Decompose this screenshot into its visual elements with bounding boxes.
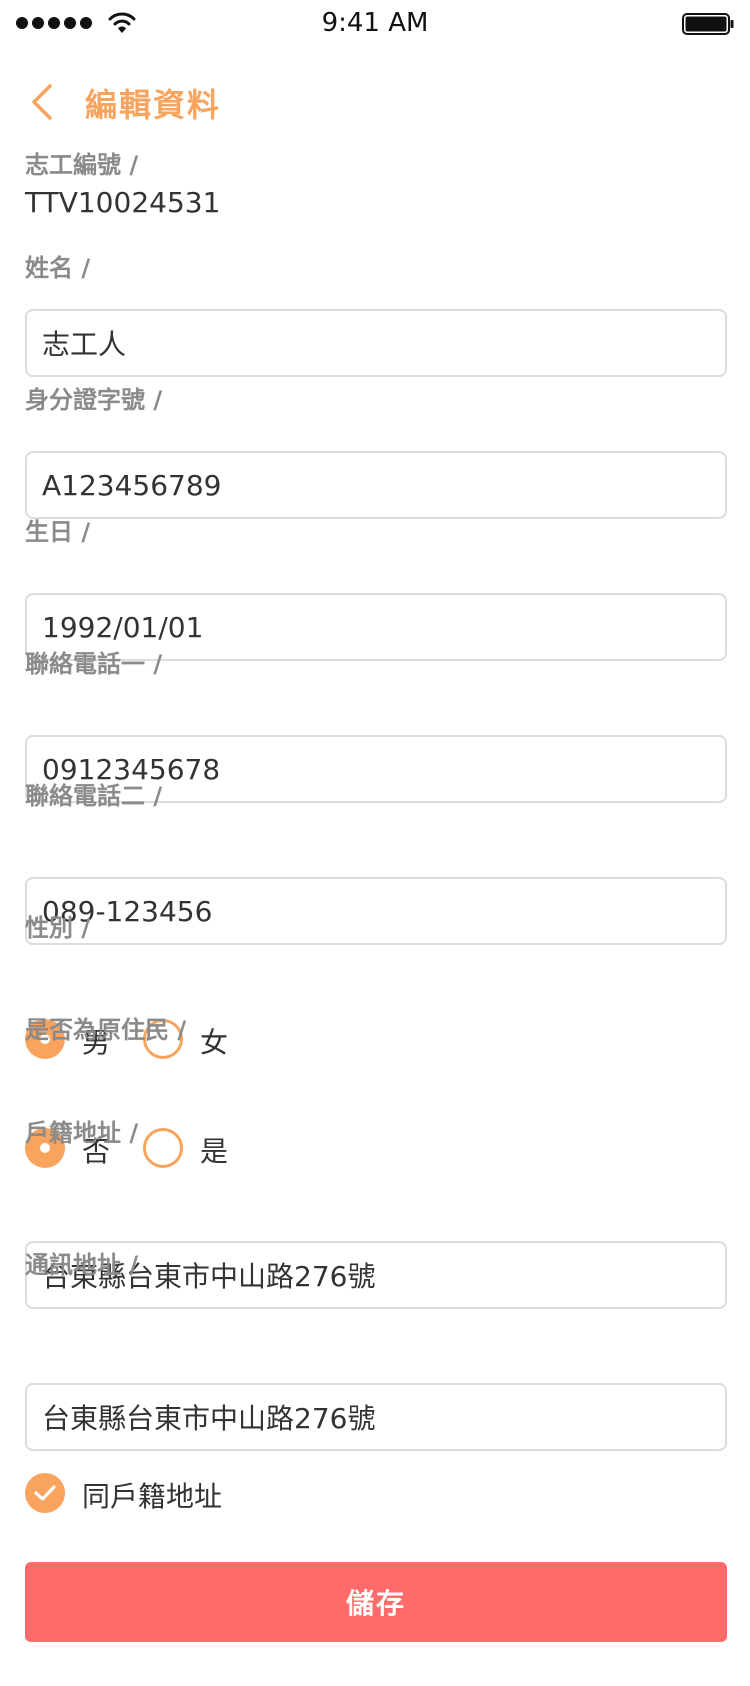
mailing-address-input[interactable] (25, 1383, 727, 1451)
phone2-label: 聯絡電話二 / (25, 782, 163, 810)
name-label: 姓名 / (25, 254, 91, 282)
battery-icon (682, 13, 734, 35)
volunteer-id-label: 志工編號 / (25, 151, 139, 179)
same-address-checkbox[interactable] (25, 1473, 65, 1513)
id-number-label: 身分證字號 / (25, 386, 163, 414)
mailing-address-label: 通訊地址 / (25, 1251, 139, 1279)
checkmark-icon (34, 1485, 56, 1501)
name-input[interactable] (25, 309, 727, 377)
registered-address-label: 戶籍地址 / (25, 1119, 139, 1147)
volunteer-id-value: TTV10024531 (25, 186, 221, 219)
aboriginal-label: 是否為原住民 / (25, 1016, 187, 1044)
birthday-label: 生日 / (25, 518, 91, 546)
phone1-label: 聯絡電話一 / (25, 650, 163, 678)
status-bar: 9:41 AM (0, 0, 750, 48)
status-time: 9:41 AM (321, 8, 429, 38)
phone2-input[interactable] (25, 877, 727, 945)
aboriginal-yes-label: 是 (200, 1135, 229, 1168)
same-address-label: 同戶籍地址 (82, 1480, 223, 1513)
back-chevron-icon[interactable] (28, 82, 58, 122)
gender-female-label: 女 (200, 1026, 229, 1059)
page-title: 編輯資料 (85, 86, 222, 124)
gender-label: 性別 / (25, 914, 91, 942)
save-button[interactable]: 儲存 (25, 1562, 727, 1642)
id-number-input[interactable] (25, 451, 727, 519)
aboriginal-yes-radio[interactable] (143, 1128, 183, 1168)
